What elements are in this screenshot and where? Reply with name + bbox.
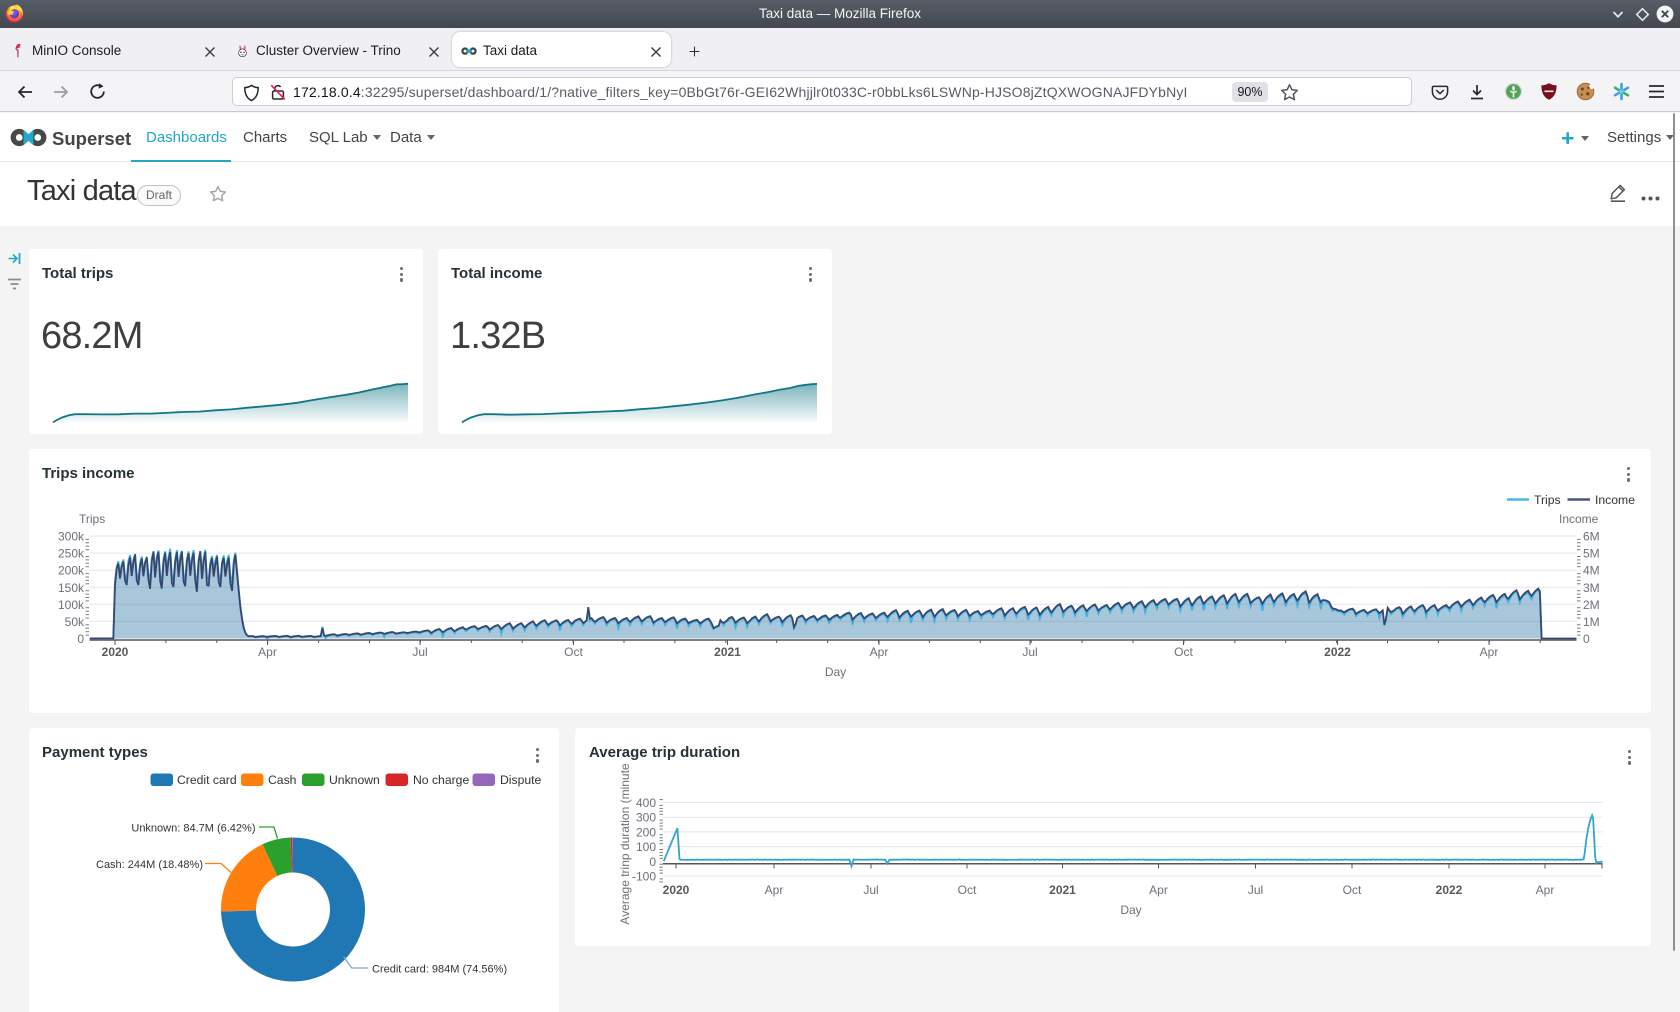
svg-text:Jul: Jul — [863, 883, 878, 897]
svg-text:Trips: Trips — [1534, 493, 1561, 507]
svg-text:Apr: Apr — [765, 883, 784, 897]
svg-text:4M: 4M — [1583, 564, 1600, 578]
svg-text:Jul: Jul — [412, 645, 427, 659]
svg-text:Oct: Oct — [1343, 883, 1362, 897]
svg-text:1M: 1M — [1583, 615, 1600, 629]
svg-text:3M: 3M — [1583, 581, 1600, 595]
svg-text:Oct: Oct — [1174, 645, 1193, 659]
svg-text:200: 200 — [636, 825, 656, 839]
svg-text:Trips: Trips — [79, 512, 105, 526]
svg-text:2020: 2020 — [663, 883, 690, 897]
svg-text:Apr: Apr — [1480, 645, 1499, 659]
svg-text:100: 100 — [636, 840, 656, 854]
svg-text:Day: Day — [1120, 903, 1141, 917]
svg-text:0: 0 — [1583, 632, 1590, 646]
svg-text:0: 0 — [77, 632, 84, 646]
svg-text:Day: Day — [825, 665, 846, 679]
svg-text:5M: 5M — [1583, 547, 1600, 561]
svg-text:50k: 50k — [65, 615, 85, 629]
svg-text:Apr: Apr — [870, 645, 889, 659]
svg-text:300k: 300k — [58, 530, 85, 544]
svg-text:Cash: 244M (18.48%): Cash: 244M (18.48%) — [96, 859, 203, 871]
svg-text:Apr: Apr — [1536, 883, 1555, 897]
svg-text:250k: 250k — [58, 547, 85, 561]
svg-text:Average trinp duration (minute: Average trinp duration (minute — [618, 763, 632, 925]
svg-text:200k: 200k — [58, 564, 85, 578]
svg-text:Dispute: Dispute — [500, 773, 542, 787]
svg-text:100k: 100k — [58, 598, 85, 612]
svg-text:Oct: Oct — [958, 883, 977, 897]
svg-text:Apr: Apr — [1149, 883, 1168, 897]
svg-text:Jul: Jul — [1248, 883, 1263, 897]
svg-text:Income: Income — [1559, 512, 1599, 526]
svg-text:Income: Income — [1595, 493, 1635, 507]
svg-text:6M: 6M — [1583, 530, 1600, 544]
svg-text:300: 300 — [636, 811, 656, 825]
svg-text:-100: -100 — [632, 870, 656, 884]
svg-text:Apr: Apr — [258, 645, 277, 659]
svg-text:2021: 2021 — [714, 645, 741, 659]
svg-text:Jul: Jul — [1022, 645, 1037, 659]
svg-text:2021: 2021 — [1049, 883, 1076, 897]
svg-text:2M: 2M — [1583, 598, 1600, 612]
svg-text:2022: 2022 — [1436, 883, 1463, 897]
svg-text:Cash: Cash — [268, 773, 296, 787]
svg-text:150k: 150k — [58, 581, 85, 595]
svg-text:Unknown: 84.7M (6.42%): Unknown: 84.7M (6.42%) — [131, 823, 255, 835]
svg-text:0: 0 — [649, 855, 656, 869]
svg-text:Credit card: 984M (74.56%): Credit card: 984M (74.56%) — [372, 964, 507, 976]
svg-text:No charge: No charge — [413, 773, 469, 787]
svg-text:2022: 2022 — [1324, 645, 1351, 659]
svg-text:Credit card: Credit card — [177, 773, 237, 787]
svg-text:2020: 2020 — [102, 645, 129, 659]
svg-text:Unknown: Unknown — [329, 773, 380, 787]
svg-text:400: 400 — [636, 796, 656, 810]
svg-text:Oct: Oct — [564, 645, 583, 659]
